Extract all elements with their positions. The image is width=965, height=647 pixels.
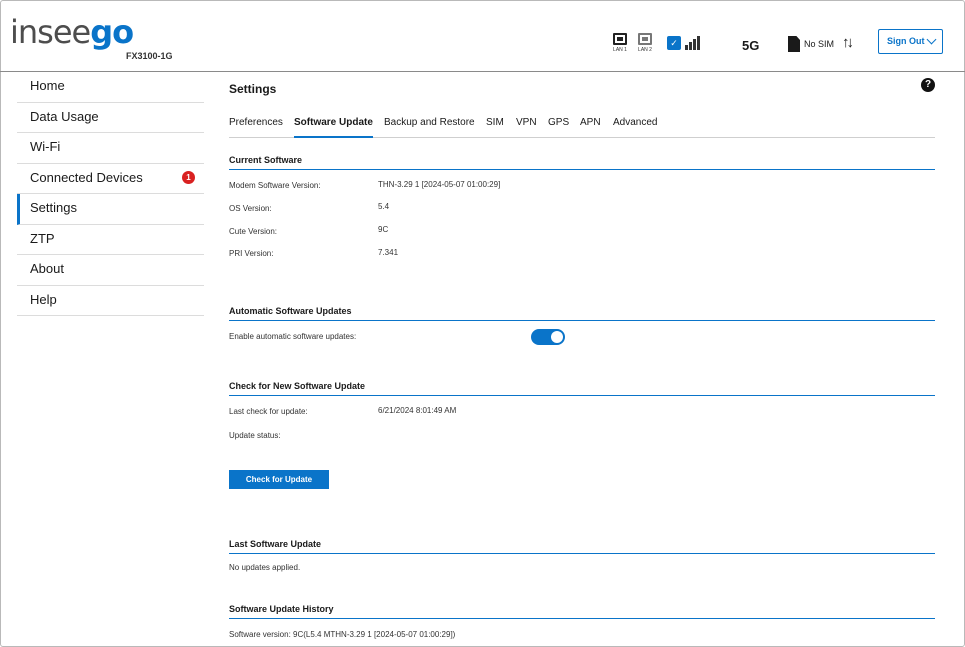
tab-software-update[interactable]: Software Update: [294, 116, 373, 138]
tab-vpn[interactable]: VPN: [516, 116, 537, 138]
sidebar-item-home[interactable]: Home: [17, 72, 204, 103]
tab-preferences[interactable]: Preferences: [229, 116, 283, 138]
lan-port-icon: [638, 33, 652, 45]
sidebar-item-settings[interactable]: Settings: [17, 194, 204, 225]
tab-apn[interactable]: APN: [580, 116, 601, 138]
chevron-down-icon: [926, 34, 937, 45]
sidebar-item-data-usage[interactable]: Data Usage: [17, 103, 204, 133]
sidebar-item-about[interactable]: About: [17, 255, 204, 286]
no-sim-icon: [788, 36, 800, 52]
sidebar-item-wifi[interactable]: Wi-Fi: [17, 133, 204, 164]
last-update-text: No updates applied.: [229, 563, 301, 572]
sign-out-button[interactable]: Sign Out: [878, 29, 943, 54]
cute-version-value: 9C: [378, 225, 389, 234]
last-check-value: 6/21/2024 8:01:49 AM: [378, 406, 457, 415]
tab-advanced[interactable]: Advanced: [613, 116, 657, 138]
lan1-status: LAN 1: [609, 33, 631, 53]
update-history-heading: Software Update History: [229, 604, 935, 619]
modem-version-value: THN-3.29 1 [2024-05-07 01:00:29]: [378, 180, 501, 189]
check-for-update-button[interactable]: Check for Update: [229, 470, 329, 489]
signal-strength-icon: ✓: [667, 34, 703, 52]
lan2-status: LAN 2: [634, 33, 656, 53]
device-model: FX3100-1G: [126, 51, 173, 61]
cute-version-label: Cute Version:: [229, 227, 278, 236]
tab-backup-restore[interactable]: Backup and Restore: [384, 116, 475, 138]
pri-version-label: PRI Version:: [229, 249, 274, 258]
sidebar-item-ztp[interactable]: ZTP: [17, 225, 204, 255]
settings-tabs: Preferences Software Update Backup and R…: [229, 116, 935, 138]
auto-updates-toggle[interactable]: [531, 329, 565, 345]
update-history-text: Software version: 9C(L5.4 MTHN-3.29 1 [2…: [229, 630, 456, 639]
page-title: Settings: [229, 82, 277, 96]
auto-updates-heading: Automatic Software Updates: [229, 306, 935, 321]
inseego-logo[interactable]: inseego: [10, 14, 134, 50]
sidebar-item-help[interactable]: Help: [17, 286, 204, 316]
sim-status: No SIM: [804, 39, 835, 49]
auto-updates-label: Enable automatic software updates:: [229, 332, 357, 341]
lan-port-icon: [613, 33, 627, 45]
last-update-heading: Last Software Update: [229, 539, 935, 554]
check-update-heading: Check for New Software Update: [229, 381, 935, 396]
update-status-label: Update status:: [229, 431, 281, 440]
pri-version-value: 7.341: [378, 248, 399, 257]
tab-gps[interactable]: GPS: [548, 116, 569, 138]
sidebar-nav: Home Data Usage Wi-Fi Connected Devices …: [17, 72, 204, 316]
os-version-label: OS Version:: [229, 204, 272, 213]
sidebar-item-label: Connected Devices: [30, 169, 143, 185]
tab-sim[interactable]: SIM: [486, 116, 504, 138]
data-arrows-icon: ↑↓: [842, 34, 854, 51]
notification-badge: 1: [182, 170, 195, 184]
modem-version-label: Modem Software Version:: [229, 181, 321, 190]
current-software-heading: Current Software: [229, 155, 935, 170]
last-check-label: Last check for update:: [229, 407, 308, 416]
network-type: 5G: [742, 38, 760, 53]
app-header: inseego FX3100-1G LAN 1 LAN 2 ✓ 5G No SI…: [0, 0, 965, 72]
sidebar-item-connected-devices[interactable]: Connected Devices 1: [17, 164, 204, 194]
os-version-value: 5.4: [378, 202, 390, 211]
help-icon[interactable]: ?: [921, 78, 935, 92]
